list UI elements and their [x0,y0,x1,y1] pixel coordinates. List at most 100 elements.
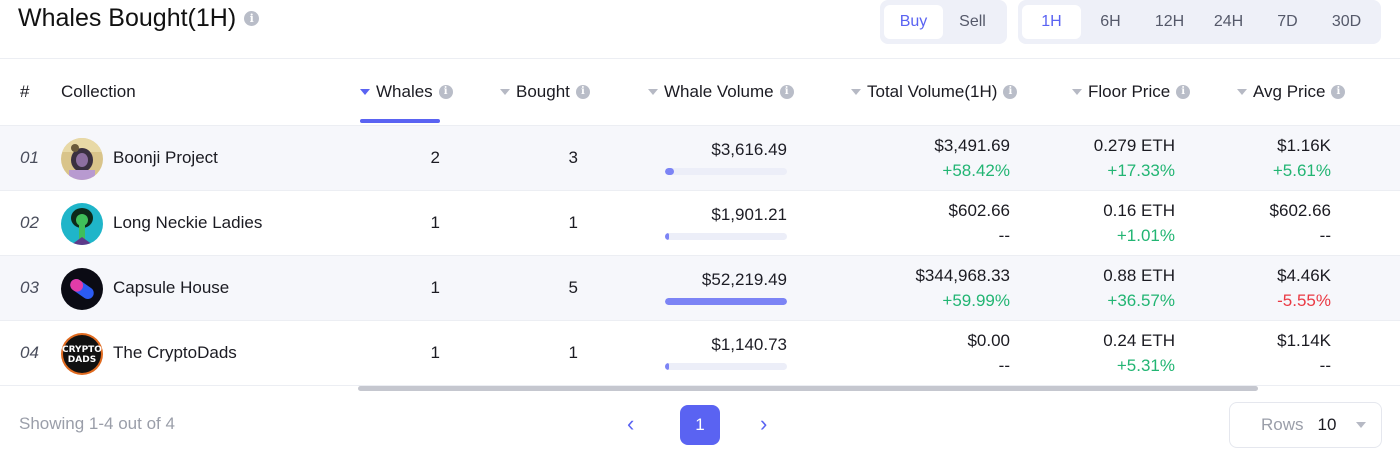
col-floor-price-label: Floor Price [1088,81,1171,101]
avg-price-cell: $602.66 -- [1200,191,1331,255]
avg-price-change: +5.61% [1272,160,1331,180]
avg-price-change: -- [1319,355,1331,375]
total-volume-cell: $3,491.69 +58.42% [860,126,1010,190]
table-row[interactable]: 02 Long Neckie Ladies 1 1 $1,901.21 $602… [0,191,1400,256]
total-volume-change: -- [998,225,1010,245]
avg-price-cell: $1.16K +5.61% [1200,126,1331,190]
whale-volume-value: $1,140.73 [711,335,787,354]
prev-page-icon[interactable]: ‹ [627,411,634,437]
info-icon[interactable]: i [1003,84,1018,99]
whale-volume-bar [665,233,787,240]
whales-count: 1 [430,278,440,297]
sort-caret-icon [500,88,510,95]
whale-volume-value: $3,616.49 [711,140,787,159]
floor-price-cell: 0.279 ETH +17.33% [1040,126,1175,190]
whales-count: 1 [430,343,440,362]
info-icon[interactable]: i [438,84,453,99]
info-icon[interactable]: i [244,11,260,26]
info-icon[interactable]: i [1331,84,1346,99]
rows-per-page-select[interactable]: Rows 10 [1229,402,1382,448]
collection-name[interactable]: Capsule House [113,256,229,320]
floor-price-value: 0.279 ETH [1093,135,1175,155]
whales-count: 2 [430,148,440,167]
boonji-avatar-icon [61,138,103,180]
cryptodads-avatar-icon: CRYPTO DADS [61,333,103,375]
table-row[interactable]: 01 Boonji Project 2 3 $3,616.49 $3,491.6… [0,126,1400,191]
bought-count: 5 [568,278,578,297]
avg-price-value: $602.66 [1269,200,1331,220]
avg-price-cell: $1.14K -- [1200,321,1331,385]
total-volume-change: -- [998,355,1010,375]
buy-option[interactable]: Buy [884,5,943,39]
col-floor-price[interactable]: Floor Price i [1072,58,1191,125]
col-total-volume[interactable]: Total Volume(1H) i [851,58,1018,125]
total-volume-change: +59.99% [942,290,1010,310]
floor-price-value: 0.16 ETH [1103,200,1175,220]
pagination-summary: Showing 1-4 out of 4 [19,414,175,433]
col-collection: Collection [61,81,136,101]
period-1h[interactable]: 1H [1022,5,1081,39]
sort-indicator [360,119,440,123]
whale-volume-bar [665,363,787,370]
total-volume-value: $3,491.69 [934,135,1010,155]
row-rank: 01 [20,148,39,167]
floor-price-cell: 0.24 ETH +5.31% [1040,321,1175,385]
floor-price-change: +17.33% [1107,160,1175,180]
whale-volume-value: $1,901.21 [711,205,787,224]
period-6h[interactable]: 6H [1081,5,1140,39]
total-volume-value: $602.66 [948,200,1010,220]
sell-option[interactable]: Sell [943,5,1002,39]
col-whales[interactable]: Whales i [360,58,453,125]
row-rank: 02 [20,213,39,232]
floor-price-change: +1.01% [1116,225,1175,245]
info-icon[interactable]: i [779,84,794,99]
period-7d[interactable]: 7D [1258,5,1317,39]
whale-volume-bar-fill [665,233,670,240]
collection-name[interactable]: The CryptoDads [113,321,237,385]
whale-volume-bar [665,168,787,175]
table-row[interactable]: 03 Capsule House 1 5 $52,219.49 $344,968… [0,256,1400,321]
floor-price-cell: 0.16 ETH +1.01% [1040,191,1175,255]
whale-volume-cell: $1,901.21 [665,191,787,255]
long-neckie-avatar-icon [61,203,103,245]
svg-text:CRYPTO: CRYPTO [62,345,102,355]
buy-sell-toggle: Buy Sell [880,0,1007,44]
avg-price-value: $4.46K [1277,265,1331,285]
total-volume-value: $344,968.33 [915,265,1010,285]
capsule-house-avatar-icon [61,268,103,310]
info-icon[interactable]: i [1176,84,1191,99]
col-rank: # [20,81,30,101]
horizontal-scrollbar[interactable] [358,386,1258,391]
floor-price-change: +36.57% [1107,290,1175,310]
whale-volume-bar-fill [665,363,669,370]
sort-caret-icon [360,88,370,95]
table-row[interactable]: 04 CRYPTO DADS The CryptoDads 1 1 $1,140… [0,321,1400,386]
total-volume-value: $0.00 [967,330,1010,350]
col-bought[interactable]: Bought i [500,58,590,125]
row-rank: 04 [20,343,39,362]
total-volume-cell: $602.66 -- [860,191,1010,255]
col-total-volume-label: Total Volume(1H) [867,81,998,101]
period-30d[interactable]: 30D [1317,5,1376,39]
info-icon[interactable]: i [575,84,590,99]
col-avg-price[interactable]: Avg Price i [1237,58,1346,125]
whale-volume-cell: $3,616.49 [665,126,787,190]
collection-name[interactable]: Long Neckie Ladies [113,191,262,255]
collection-name[interactable]: Boonji Project [113,126,218,190]
table-header: # Collection Whales i Bought i Whale Vol… [0,58,1400,125]
next-page-icon[interactable]: › [760,411,767,437]
rows-value: 10 [1317,415,1337,434]
row-rank: 03 [20,278,39,297]
page-1-button[interactable]: 1 [680,405,720,445]
sort-caret-icon [648,88,658,95]
period-12h[interactable]: 12H [1140,5,1199,39]
svg-text:DADS: DADS [68,355,96,365]
col-whale-volume[interactable]: Whale Volume i [648,58,794,125]
page-title: Whales Bought(1H) i [18,4,260,33]
col-bought-label: Bought [516,81,570,101]
sort-caret-icon [1237,88,1247,95]
whale-volume-bar-fill [665,168,674,175]
period-24h[interactable]: 24H [1199,5,1258,39]
whale-volume-cell: $52,219.49 [665,256,787,320]
col-whale-volume-label: Whale Volume [664,81,774,101]
